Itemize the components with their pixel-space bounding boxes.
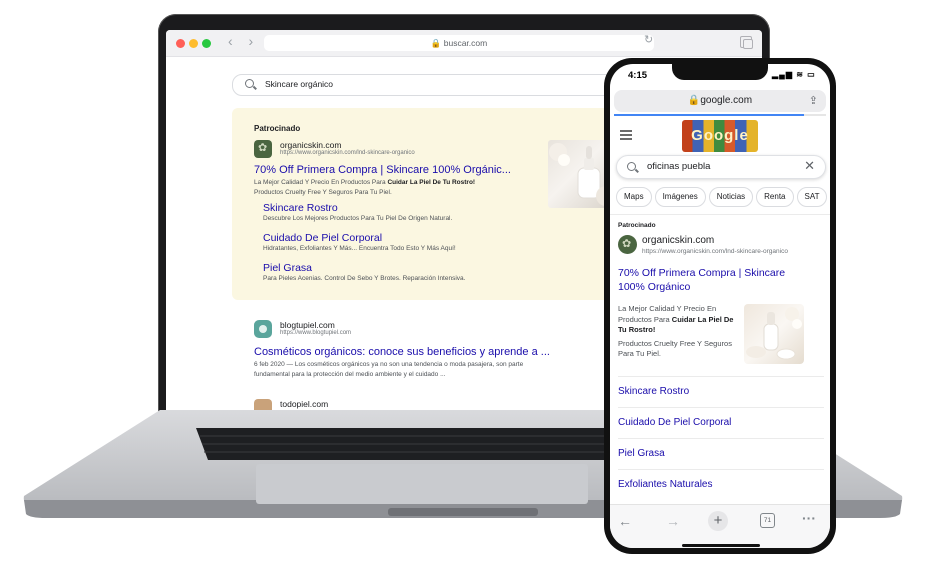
browser-toolbar: ‹ › 🔒 buscar.com ↻ <box>166 30 762 57</box>
hamburger-menu-icon[interactable] <box>620 130 632 132</box>
phone-sponsored-label: Patrocinado <box>618 222 656 229</box>
search-input[interactable]: Skincare orgánico <box>232 74 614 96</box>
address-bar-url: buscar.com <box>443 38 488 48</box>
ad-site-url: https://www.organicskin.com/lnd-skincare… <box>280 150 415 156</box>
result-snippet: 6 feb 2020 — Los cosméticos orgánicos ya… <box>254 360 574 380</box>
phone-screen: 4:15 ▂▄▆ ≋ ▭ 🔒google.com ⇪ Google oficin… <box>610 64 830 548</box>
ad-desc-text: La Mejor Calidad Y Precio En Productos P… <box>254 179 388 186</box>
close-window-dot[interactable] <box>176 39 185 48</box>
back-forward-icon[interactable]: ‹ › <box>228 33 259 49</box>
result-snippet-line: fundamental para la protección del medio… <box>254 371 446 378</box>
organicskin-favicon <box>618 235 637 254</box>
result-site-url: https://www.blogtupiel.com <box>280 330 352 336</box>
ad-desc-bold: Cuidar La Piel De Tu Rostro! <box>387 179 476 186</box>
doodle-lettering: Google <box>691 127 749 144</box>
tabs-overview-icon[interactable] <box>740 36 753 49</box>
ad-site-name[interactable]: organicskin.com <box>280 140 341 150</box>
result-site-name[interactable]: todopiel.com <box>280 399 328 409</box>
address-bar[interactable]: 🔒 buscar.com <box>264 35 654 51</box>
sitelink-title[interactable]: Piel Grasa <box>263 262 312 274</box>
page-load-progress <box>614 114 826 116</box>
chip-noticias[interactable]: Noticias <box>708 187 754 207</box>
phone-sitelink[interactable]: Exfoliantes Naturales <box>618 479 713 490</box>
divider <box>618 469 824 470</box>
sitelink-title[interactable]: Skincare Rostro <box>263 202 338 214</box>
sitelink-title[interactable]: Cuidado De Piel Corporal <box>263 232 382 244</box>
clear-icon[interactable]: ✕ <box>804 158 815 174</box>
search-icon <box>627 162 636 171</box>
phone-search-input[interactable]: oficinas puebla ✕ <box>616 155 826 179</box>
phone-search-query: oficinas puebla <box>647 161 711 172</box>
more-options-icon[interactable]: ··· <box>802 510 816 526</box>
search-filter-chips: Maps Imágenes Noticias Renta SAT <box>616 186 830 208</box>
chip-sat[interactable]: SAT <box>796 187 828 207</box>
phone-ad-desc-line2: Productos Cruelty Free Y Seguros Para Tu… <box>618 338 732 359</box>
home-indicator <box>682 544 760 547</box>
sitelink-description: Descubre Los Mejores Productos Para Tu P… <box>263 215 453 222</box>
sitelink-description: Hidratantes, Exfoliantes Y Más... Encuen… <box>263 245 456 252</box>
share-icon[interactable]: ⇪ <box>809 94 818 107</box>
divider <box>618 407 824 408</box>
signal-wifi-battery-icon: ▂▄▆ ≋ ▭ <box>772 70 816 79</box>
google-doodle-logo[interactable]: Google <box>682 120 758 152</box>
phone-url: 🔒google.com <box>687 95 753 106</box>
status-time: 4:15 <box>628 70 648 81</box>
result-title-link[interactable]: Cosméticos orgánicos: conoce sus benefic… <box>254 346 550 358</box>
phone-url-text: google.com <box>700 95 753 106</box>
phone-ad-title-link[interactable]: 70% Off Primera Compra | Skincare 100% O… <box>618 266 808 294</box>
chip-renta[interactable]: Renta <box>756 187 794 207</box>
search-query: Skincare orgánico <box>265 79 334 89</box>
phone-address-bar[interactable]: 🔒google.com ⇪ <box>614 90 826 112</box>
divider <box>610 214 830 215</box>
blogtupiel-favicon <box>254 320 272 338</box>
divider <box>618 376 824 377</box>
page-load-progress-fill <box>614 114 804 116</box>
phone-ad-site-url: https://www.organicskin.com/lnd-skincare… <box>642 248 788 255</box>
phone-notch <box>672 64 768 80</box>
phone-browser-toolbar: ← → + 71 ··· <box>610 504 830 548</box>
maximize-window-dot[interactable] <box>202 39 211 48</box>
chip-imagenes[interactable]: Imágenes <box>654 187 706 207</box>
sitelink-description: Para Pieles Acenias. Control De Sebo Y B… <box>263 275 466 282</box>
sponsored-label: Patrocinado <box>254 124 301 133</box>
divider <box>618 438 824 439</box>
forward-arrow-icon[interactable]: → <box>666 513 680 529</box>
phone-sitelink[interactable]: Piel Grasa <box>618 448 665 459</box>
organicskin-favicon <box>254 140 272 158</box>
chip-maps[interactable]: Maps <box>616 187 652 207</box>
phone-sitelink[interactable]: Cuidado De Piel Corporal <box>618 417 731 428</box>
phone-sitelink[interactable]: Skincare Rostro <box>618 386 689 397</box>
minimize-window-dot[interactable] <box>189 39 198 48</box>
ad-description: La Mejor Calidad Y Precio En Productos P… <box>254 178 514 198</box>
phone-ad-site-name[interactable]: organicskin.com <box>642 235 714 246</box>
new-tab-plus-icon[interactable]: + <box>708 511 728 531</box>
ad-desc-line2: Productos Cruelty Free Y Seguros Para Tu… <box>254 189 392 196</box>
ad-title-link[interactable]: 70% Off Primera Compra | Skincare 100% O… <box>254 164 511 176</box>
phone-ad-description: La Mejor Calidad Y Precio En Productos P… <box>618 304 736 360</box>
phone-serum-product-image[interactable] <box>744 304 804 364</box>
result-site-name[interactable]: blogtupiel.com <box>280 320 335 330</box>
result-snippet-line: 6 feb 2020 — Los cosméticos orgánicos ya… <box>254 361 524 368</box>
tab-count-button[interactable]: 71 <box>760 513 775 528</box>
todopiel-favicon <box>254 399 272 410</box>
reload-icon[interactable]: ↻ <box>644 33 754 46</box>
back-arrow-icon[interactable]: ← <box>618 513 632 529</box>
search-icon <box>245 79 254 88</box>
